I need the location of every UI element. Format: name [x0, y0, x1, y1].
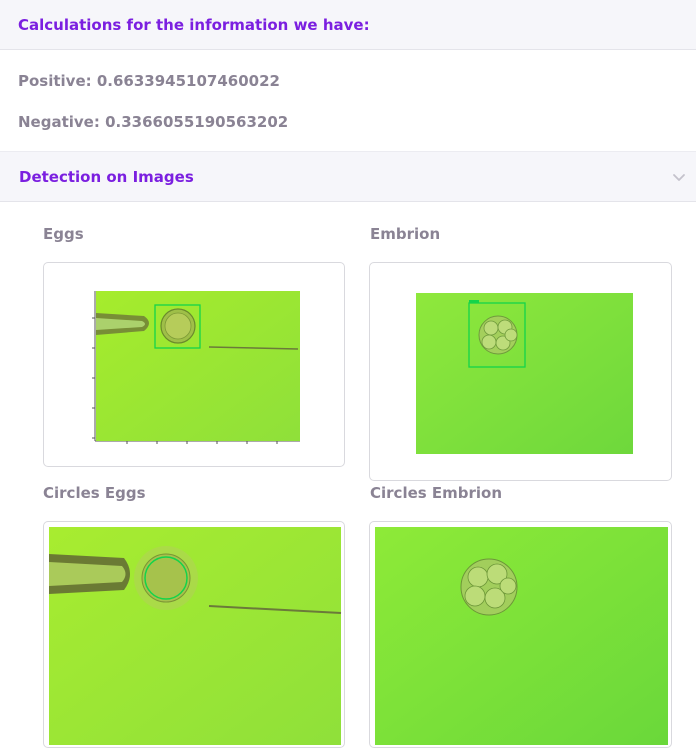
eggs-detection-image: [92, 291, 300, 444]
negative-value: Negative: 0.3366055190563202: [18, 113, 289, 131]
circles-eggs-label: Circles Eggs: [43, 484, 146, 502]
circles-eggs-image-card: [43, 521, 345, 748]
eggs-label: Eggs: [43, 225, 84, 243]
embrion-label: Embrion: [370, 225, 441, 243]
circles-embrion-label: Circles Embrion: [370, 484, 503, 502]
embrion-image-card: [369, 262, 672, 481]
detection-title: Detection on Images: [19, 167, 194, 186]
detection-accordion-header[interactable]: Detection on Images: [0, 151, 696, 202]
embrion-detection-image: [416, 293, 633, 454]
circles-embrion-image-card: [369, 521, 672, 748]
eggs-image-card: [43, 262, 345, 467]
chevron-down-icon[interactable]: [672, 170, 686, 184]
circles-eggs-image: [49, 527, 342, 745]
calculations-header: Calculations for the information we have…: [0, 0, 696, 50]
positive-value: Positive: 0.6633945107460022: [18, 72, 280, 90]
circles-embrion-image: [375, 527, 668, 745]
calculations-title: Calculations for the information we have…: [18, 15, 370, 34]
